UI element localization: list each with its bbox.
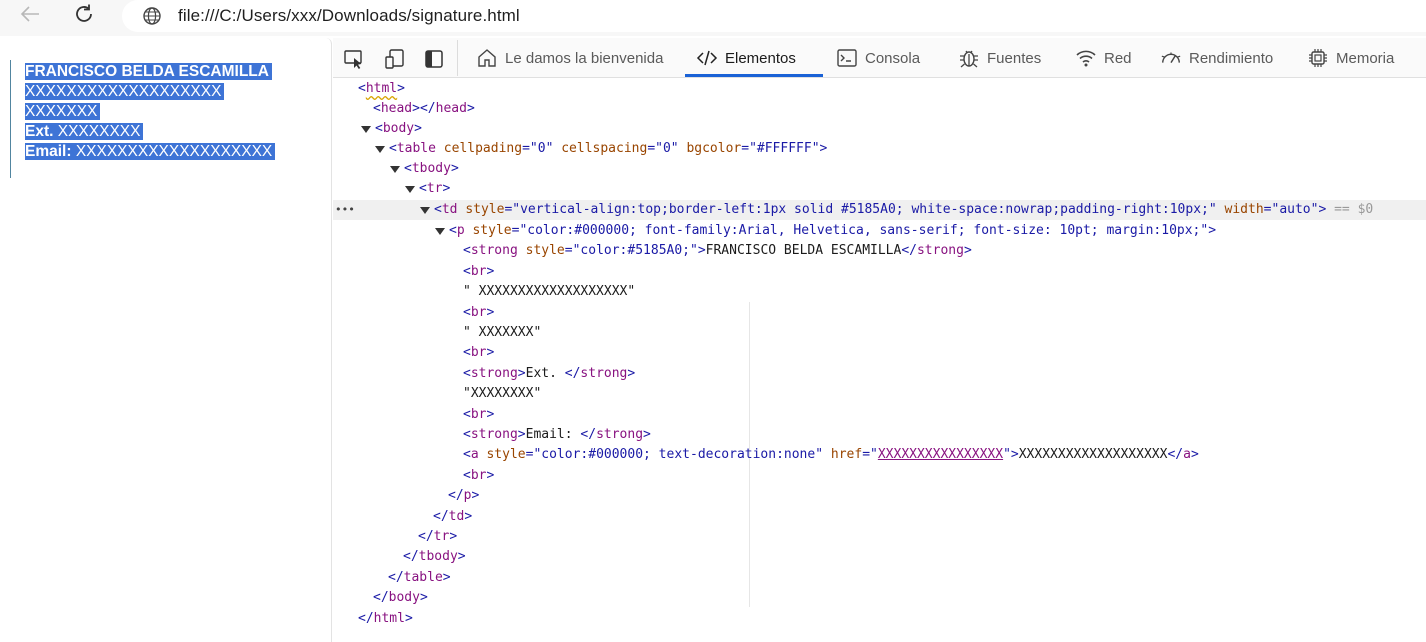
tab-sources[interactable]: Fuentes bbox=[958, 38, 1041, 78]
devtools-toolbar: Le damos la bienvenida Elementos Consola… bbox=[333, 38, 1426, 78]
dom-close-tbody[interactable]: </tbody> bbox=[403, 547, 466, 567]
address-url[interactable]: file:///C:/Users/xxx/Downloads/signature… bbox=[178, 6, 520, 26]
dom-node-td-selected[interactable]: ••• <td style="vertical-align:top;border… bbox=[333, 200, 1426, 220]
dom-close-td[interactable]: </td> bbox=[433, 507, 472, 527]
dom-node-strong-ext[interactable]: <strong>Ext. </strong> bbox=[463, 364, 635, 384]
tab-welcome[interactable]: Le damos la bienvenida bbox=[476, 38, 663, 78]
more-options-icon: ••• bbox=[335, 203, 355, 216]
expand-triangle-icon bbox=[420, 207, 430, 214]
dom-node-br[interactable]: <br> bbox=[463, 262, 494, 282]
toolbar-separator bbox=[457, 40, 458, 76]
dom-node-html[interactable]: <html> bbox=[358, 79, 405, 99]
dom-close-tr[interactable]: </tr> bbox=[418, 527, 457, 547]
tab-network[interactable]: Red bbox=[1075, 38, 1132, 78]
arrow-left-icon bbox=[20, 6, 40, 26]
dom-node-br[interactable]: <br> bbox=[463, 303, 494, 323]
address-bar[interactable]: file:///C:/Users/xxx/Downloads/signature… bbox=[122, 0, 1426, 32]
tab-console[interactable]: Consola bbox=[836, 38, 920, 78]
signature-ext[interactable]: Ext. XXXXXXXX bbox=[25, 122, 144, 142]
code-icon bbox=[696, 47, 718, 69]
dom-text-node[interactable]: " XXXXXXXXXXXXXXXXXXX" bbox=[463, 282, 635, 302]
dom-close-html[interactable]: </html> bbox=[358, 609, 413, 629]
signature-line-2[interactable]: XXXXXXXXXXXXXXXXXXX bbox=[25, 82, 225, 102]
dom-close-p[interactable]: </p> bbox=[448, 486, 479, 506]
gauge-icon bbox=[1160, 47, 1182, 69]
dom-close-body[interactable]: </body> bbox=[373, 588, 428, 608]
reload-button[interactable] bbox=[68, 2, 100, 30]
rendered-page: FRANCISCO BELDA ESCAMILLA XXXXXXXXXXXXXX… bbox=[0, 38, 332, 642]
dom-node-br[interactable]: <br> bbox=[463, 466, 494, 486]
home-icon bbox=[476, 47, 498, 69]
dom-node-strong-email[interactable]: <strong>Email: </strong> bbox=[463, 425, 651, 445]
expand-triangle-icon bbox=[361, 126, 371, 133]
chip-icon bbox=[1307, 47, 1329, 69]
expand-triangle-icon bbox=[390, 166, 400, 173]
device-emulation-icon[interactable] bbox=[384, 48, 406, 70]
signature-cell: FRANCISCO BELDA ESCAMILLA XXXXXXXXXXXXXX… bbox=[10, 60, 300, 178]
signature-line-3[interactable]: XXXXXXX bbox=[25, 102, 101, 122]
inspect-element-icon[interactable] bbox=[343, 48, 365, 70]
sidebar-toggle-icon[interactable] bbox=[423, 48, 445, 70]
tab-elements[interactable]: Elementos bbox=[696, 38, 796, 78]
dom-tree: <html> <head></head> <body> <table cellp… bbox=[333, 79, 1426, 642]
dom-node-tbody[interactable]: <tbody> bbox=[390, 159, 459, 179]
dom-text-node[interactable]: " XXXXXXX" bbox=[463, 323, 541, 343]
signature-name[interactable]: FRANCISCO BELDA ESCAMILLA bbox=[25, 62, 272, 82]
dom-node-table[interactable]: <table cellpading="0" cellspacing="0" bg… bbox=[375, 139, 827, 159]
signature-email[interactable]: Email: XXXXXXXXXXXXXXXXXXX bbox=[25, 142, 276, 162]
active-tab-indicator bbox=[685, 74, 823, 77]
back-button[interactable] bbox=[14, 2, 46, 30]
dom-node-br[interactable]: <br> bbox=[463, 343, 494, 363]
email-link: XXXXXXXXXXXXXXXXXXX bbox=[75, 143, 273, 160]
href-link[interactable]: XXXXXXXXXXXXXXXX bbox=[878, 447, 1003, 462]
tab-memory[interactable]: Memoria bbox=[1307, 38, 1394, 78]
dom-node-tr[interactable]: <tr> bbox=[405, 179, 450, 199]
browser-toolbar: file:///C:/Users/xxx/Downloads/signature… bbox=[0, 0, 1426, 36]
dom-node-body[interactable]: <body> bbox=[361, 119, 422, 139]
dom-node-a[interactable]: <a style="color:#000000; text-decoration… bbox=[463, 445, 1199, 465]
devtools-panel: Le damos la bienvenida Elementos Consola… bbox=[333, 38, 1426, 642]
tab-performance[interactable]: Rendimiento bbox=[1160, 38, 1273, 78]
bug-icon bbox=[958, 47, 980, 69]
expand-triangle-icon bbox=[375, 146, 385, 153]
dom-node-head[interactable]: <head></head> bbox=[373, 99, 475, 119]
expand-triangle-icon bbox=[405, 186, 415, 193]
dom-close-table[interactable]: </table> bbox=[388, 568, 451, 588]
dom-node-br[interactable]: <br> bbox=[463, 405, 494, 425]
expand-triangle-icon bbox=[435, 228, 445, 235]
dom-node-strong-name[interactable]: <strong style="color:#5185A0;">FRANCISCO… bbox=[463, 241, 972, 261]
reload-icon bbox=[73, 3, 95, 29]
globe-icon bbox=[141, 5, 163, 27]
console-icon bbox=[836, 47, 858, 69]
dom-node-p[interactable]: <p style="color:#000000; font-family:Ari… bbox=[435, 221, 1216, 241]
dom-text-node[interactable]: "XXXXXXXX" bbox=[463, 384, 541, 404]
wifi-icon bbox=[1075, 47, 1097, 69]
